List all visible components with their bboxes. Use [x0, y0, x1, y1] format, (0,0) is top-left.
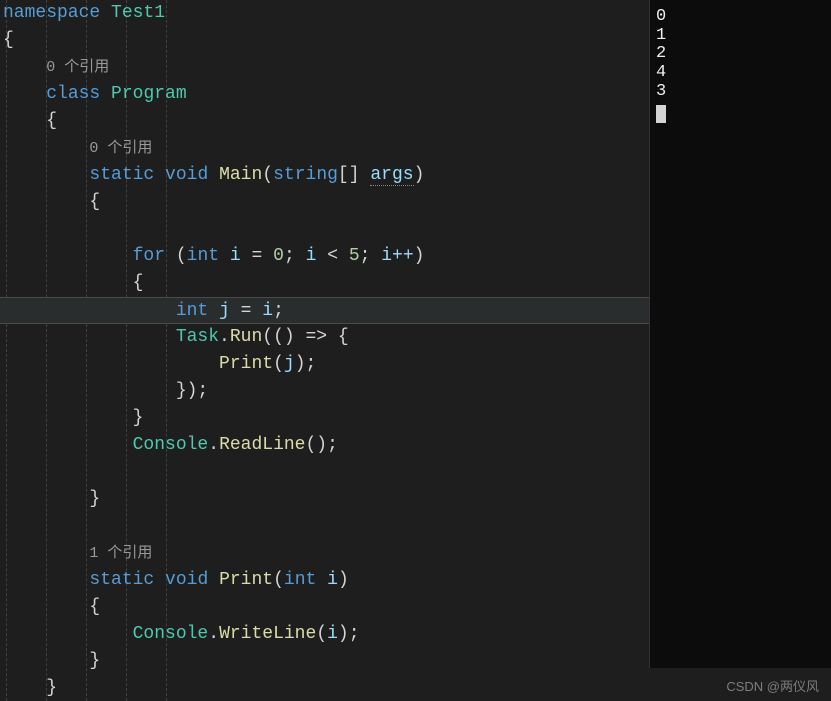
console-line: 2	[656, 45, 825, 64]
code-line[interactable]: }	[0, 675, 649, 701]
code-line[interactable]: {	[0, 108, 649, 135]
code-line[interactable]: {	[0, 189, 649, 216]
console-line: 1	[656, 27, 825, 46]
code-line[interactable]: {	[0, 27, 649, 54]
code-line[interactable]	[0, 513, 649, 540]
code-line[interactable]: Console.ReadLine();	[0, 432, 649, 459]
codelens-line[interactable]: 1 个引用	[0, 540, 649, 567]
console-line: 0	[656, 8, 825, 27]
watermark-text: CSDN @两仪风	[726, 676, 819, 695]
code-line[interactable]: Print(j);	[0, 351, 649, 378]
code-line[interactable]	[0, 459, 649, 486]
code-line[interactable]: for (int i = 0; i < 5; i++)	[0, 243, 649, 270]
code-line[interactable]: }	[0, 648, 649, 675]
console-line: 4	[656, 64, 825, 83]
code-editor-pane[interactable]: namespace Test1 { 0 个引用 class Program { …	[0, 0, 649, 701]
codelens-line[interactable]: 0 个引用	[0, 135, 649, 162]
code-line[interactable]: }	[0, 405, 649, 432]
console-output-pane[interactable]: 0 1 2 4 3	[649, 0, 831, 668]
code-line[interactable]: static void Main(string[] args)	[0, 162, 649, 189]
code-line[interactable]: }	[0, 486, 649, 513]
codelens-line[interactable]: 0 个引用	[0, 54, 649, 81]
code-line[interactable]: Console.WriteLine(i);	[0, 621, 649, 648]
code-line[interactable]: class Program	[0, 81, 649, 108]
code-line[interactable]: static void Print(int i)	[0, 567, 649, 594]
code-line[interactable]: namespace Test1	[0, 0, 649, 27]
code-line[interactable]: });	[0, 378, 649, 405]
code-line[interactable]	[0, 216, 649, 243]
code-line-highlighted[interactable]: int j = i;	[0, 297, 649, 324]
console-line: 3	[656, 83, 825, 102]
code-line[interactable]: Task.Run(() => {	[0, 324, 649, 351]
code-line[interactable]: {	[0, 594, 649, 621]
console-cursor-icon	[656, 105, 666, 123]
code-line[interactable]: {	[0, 270, 649, 297]
